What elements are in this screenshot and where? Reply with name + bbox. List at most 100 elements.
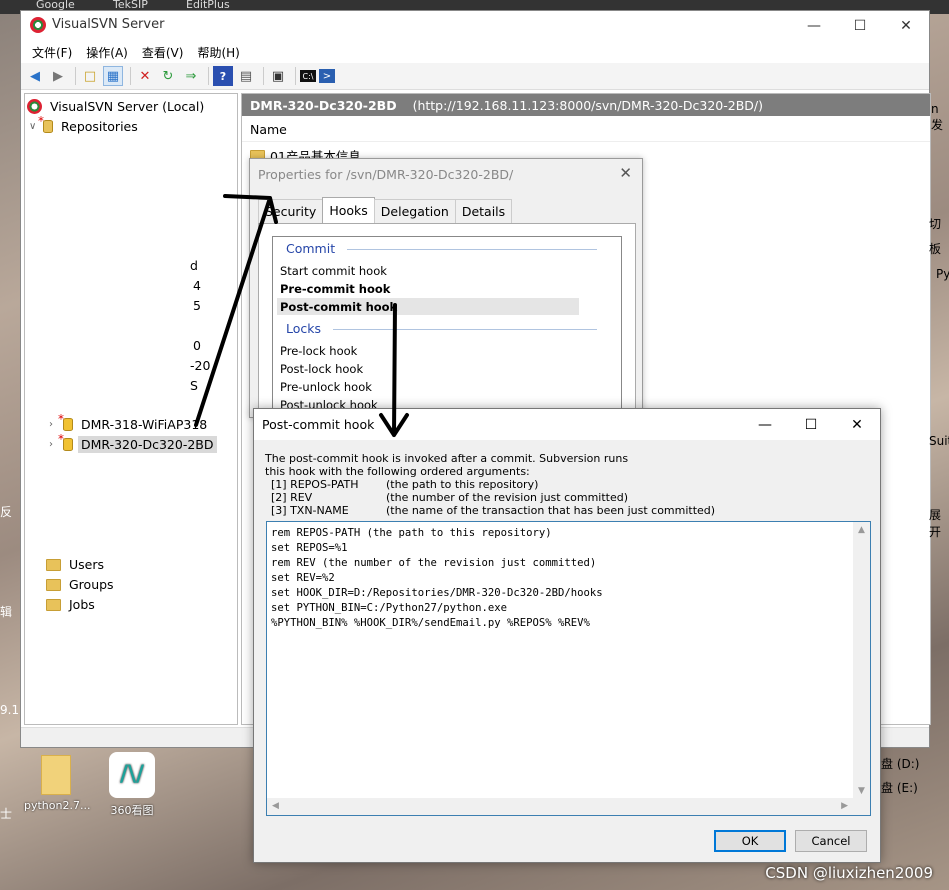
desktop-icon-label: 360看图: [110, 804, 154, 817]
tree-jobs-label: Jobs: [69, 597, 95, 612]
close-button[interactable]: ✕: [883, 11, 929, 41]
hook-pre-lock[interactable]: Pre-lock hook: [280, 344, 357, 358]
hook-pre-unlock[interactable]: Pre-unlock hook: [280, 380, 372, 394]
tree-jobs[interactable]: Jobs: [46, 596, 98, 613]
menu-action[interactable]: 操作(A): [79, 41, 135, 63]
tree-repositories[interactable]: ∨ Repositories: [29, 114, 141, 135]
arg-key: [2] REV: [271, 491, 313, 504]
hook-pre-commit[interactable]: Pre-commit hook: [280, 282, 390, 296]
forward-icon[interactable]: ▶: [48, 66, 68, 86]
command-prompt-icon[interactable]: C:\: [300, 70, 316, 82]
maximize-button[interactable]: ☐: [837, 11, 883, 41]
folder-icon: [46, 598, 61, 611]
close-button[interactable]: ✕: [834, 409, 880, 440]
hook-post-lock[interactable]: Post-lock hook: [280, 362, 363, 376]
show-tree-icon[interactable]: ▦: [103, 66, 123, 86]
scroll-down-icon[interactable]: ▼: [858, 786, 865, 796]
repository-url: (http://192.168.11.123:8000/svn/DMR-320-…: [412, 97, 764, 113]
minimize-button[interactable]: —: [742, 409, 788, 440]
minimize-button[interactable]: —: [791, 11, 837, 41]
tab-details[interactable]: Details: [454, 199, 513, 223]
menu-file[interactable]: 文件(F): [25, 41, 79, 63]
menu-bar: 文件(F) 操作(A) 查看(V) 帮助(H): [21, 41, 929, 63]
repository-icon: [58, 412, 73, 431]
image-viewer-icon: /\/: [109, 752, 155, 798]
tree-users[interactable]: Users: [46, 556, 107, 573]
properties-list-icon[interactable]: ▤: [236, 66, 256, 86]
arg-desc: (the number of the revision just committ…: [386, 491, 629, 504]
hook-script-editor[interactable]: rem REPOS-PATH (the path to this reposit…: [266, 521, 871, 816]
help-icon[interactable]: ?: [213, 66, 233, 86]
folder-icon: [46, 558, 61, 571]
tab-delegation[interactable]: Delegation: [373, 199, 456, 223]
powershell-icon[interactable]: >: [319, 69, 335, 83]
desktop-icon-python[interactable]: python2.7...: [24, 755, 91, 812]
commit-group-title: Commit: [286, 241, 336, 256]
desktop-icon-label: python2.7...: [24, 799, 91, 812]
properties-dialog: Properties for /svn/DMR-320-Dc320-2BD/ ✕…: [249, 158, 643, 418]
scroll-up-icon[interactable]: ▲: [858, 525, 865, 535]
folder-icon: [41, 755, 71, 795]
tree-fragment: 5: [193, 298, 201, 313]
tree-repo-label: DMR-320-Dc320-2BD: [78, 436, 217, 453]
tree-repo-item-selected[interactable]: › DMR-320-Dc320-2BD: [49, 432, 217, 453]
tree-fragment: 4: [193, 278, 201, 293]
watermark: CSDN @liuxizhen2009: [765, 864, 933, 882]
tree-fragment: S: [190, 378, 198, 393]
cancel-button[interactable]: Cancel: [795, 830, 867, 852]
hook-dialog-titlebar[interactable]: Post-commit hook — ☐ ✕: [254, 409, 880, 440]
ok-button[interactable]: OK: [714, 830, 786, 852]
maximize-button[interactable]: ☐: [788, 409, 834, 440]
divider: [347, 249, 597, 250]
window-title: VisualSVN Server: [52, 17, 165, 32]
properties-icon[interactable]: ▣: [268, 66, 288, 86]
tab-hooks[interactable]: Hooks: [322, 197, 375, 223]
arg-desc: (the name of the transaction that has be…: [386, 504, 716, 517]
background-fragment: 板: [929, 242, 942, 256]
description-line: this hook with the following ordered arg…: [265, 465, 530, 478]
menu-help[interactable]: 帮助(H): [190, 41, 246, 63]
navigation-tree[interactable]: VisualSVN Server (Local) ∨ Repositories …: [24, 93, 238, 725]
up-folder-icon[interactable]: □: [80, 66, 100, 86]
toolbar: ◀ ▶ □ ▦ ✕ ↻ ⇒ ? ▤ ▣ C:\ >: [21, 63, 929, 90]
repository-path-bar: DMR-320-Dc320-2BD (http://192.168.11.123…: [242, 94, 930, 116]
visualsvn-server-icon: [27, 99, 42, 114]
tree-users-label: Users: [69, 557, 105, 572]
hook-start-commit[interactable]: Start commit hook: [280, 264, 387, 278]
hook-script-text[interactable]: rem REPOS-PATH (the path to this reposit…: [271, 526, 603, 631]
desktop-left-fragment: 辑: [0, 605, 13, 619]
drive-e-label[interactable]: 盘 (E:): [881, 779, 918, 796]
post-commit-hook-dialog: Post-commit hook — ☐ ✕ The post-commit h…: [253, 408, 881, 863]
delete-icon[interactable]: ✕: [135, 66, 155, 86]
drive-d-label[interactable]: 盘 (D:): [881, 755, 919, 772]
hooks-tab-panel: Commit Start commit hook Pre-commit hook…: [258, 223, 636, 416]
properties-tabs: Security Hooks Delegation Details: [258, 197, 513, 223]
tab-security[interactable]: Security: [258, 199, 324, 223]
divider: [333, 329, 597, 330]
repositories-icon: [38, 114, 53, 133]
back-icon[interactable]: ◀: [25, 66, 45, 86]
tree-repo-item[interactable]: › DMR-318-WiFiAP318: [49, 412, 210, 433]
tree-fragment: 0: [193, 338, 201, 353]
desktop-icon-360viewer[interactable]: /\/ 360看图: [102, 752, 162, 818]
tree-root-server[interactable]: VisualSVN Server (Local): [27, 98, 207, 115]
menu-view[interactable]: 查看(V): [135, 41, 191, 63]
properties-dialog-title: Properties for /svn/DMR-320-Dc320-2BD/: [258, 167, 514, 182]
repository-name: DMR-320-Dc320-2BD: [250, 97, 397, 113]
visualsvn-logo-icon: [30, 17, 46, 33]
hook-post-commit[interactable]: Post-commit hook: [280, 300, 397, 314]
tree-groups[interactable]: Groups: [46, 576, 117, 593]
vertical-scrollbar[interactable]: ▲ ▼: [853, 522, 870, 799]
scroll-left-icon[interactable]: ◀: [272, 801, 279, 811]
horizontal-scrollbar[interactable]: ◀ ▶: [267, 798, 870, 815]
main-titlebar[interactable]: VisualSVN Server — ☐ ✕: [21, 11, 929, 41]
tree-fragment: -20: [190, 358, 211, 373]
background-fragment: 展开: [929, 508, 942, 539]
close-icon[interactable]: ✕: [619, 164, 632, 182]
export-icon[interactable]: ⇒: [181, 66, 201, 86]
scroll-right-icon[interactable]: ▶: [841, 801, 848, 811]
background-fragment: n发: [931, 102, 944, 132]
refresh-icon[interactable]: ↻: [158, 66, 178, 86]
column-header-name[interactable]: Name: [242, 118, 930, 142]
background-fragment: Suit: [929, 434, 949, 448]
